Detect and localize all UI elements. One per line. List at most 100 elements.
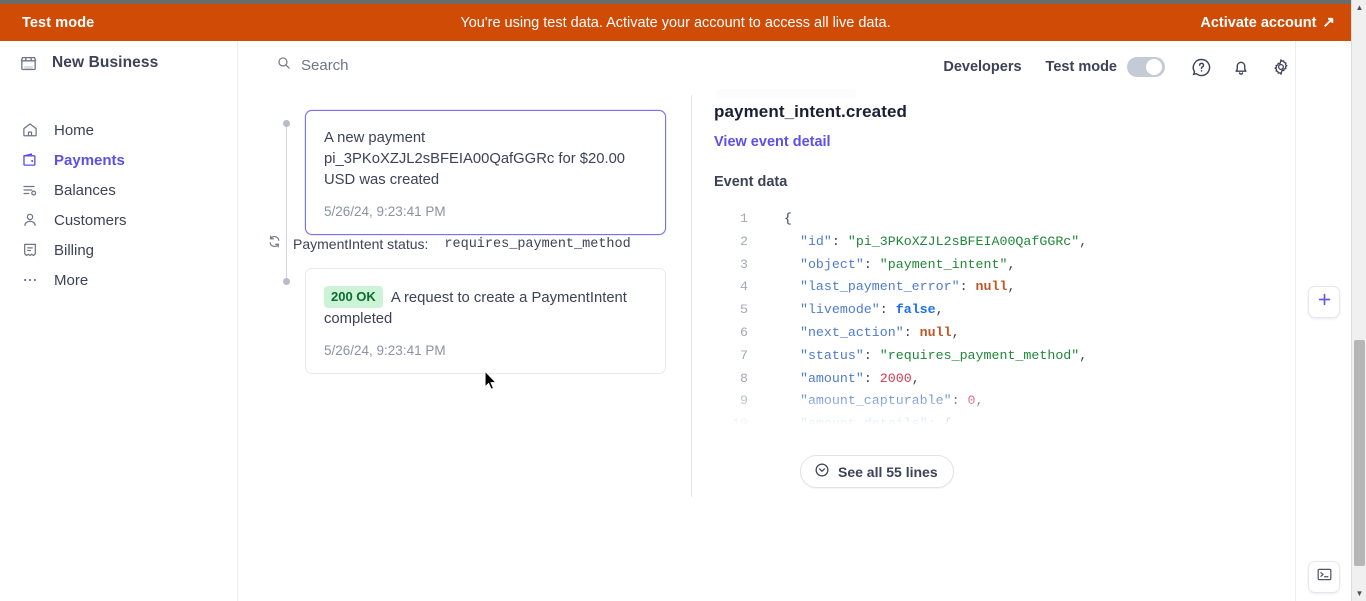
test-mode-toggle[interactable] bbox=[1127, 57, 1165, 77]
account-switcher[interactable]: New Business bbox=[18, 53, 158, 73]
scrollbar-down-arrow[interactable]: ▼ bbox=[1352, 586, 1366, 601]
code-token-key: "status" bbox=[799, 347, 864, 363]
code-token-key: "amount" bbox=[799, 370, 864, 386]
code-line: 6 "next_action": null, bbox=[714, 322, 1314, 345]
refresh-icon bbox=[267, 234, 282, 254]
timeline-event-timestamp: 5/26/24, 9:23:41 PM bbox=[324, 343, 446, 358]
bell-icon[interactable] bbox=[1225, 51, 1257, 83]
chevron-down-circle-icon bbox=[814, 462, 830, 481]
home-icon bbox=[20, 120, 40, 140]
search-placeholder: Search bbox=[301, 57, 349, 74]
sidebar-item-billing-label: Billing bbox=[54, 241, 95, 259]
timeline-event-text: A new payment pi_3PKoXZJL2sBFEIA00QafGGR… bbox=[324, 130, 626, 188]
sidebar-item-more[interactable]: More bbox=[0, 265, 238, 295]
code-line-content: "status": "requires_payment_method", bbox=[784, 345, 1087, 368]
timeline-event-text-wrap: 200 OK A request to create a PaymentInten… bbox=[324, 286, 647, 330]
code-line-number: 4 bbox=[740, 279, 748, 295]
code-token-punc: , bbox=[975, 393, 984, 409]
code-token-punc bbox=[784, 325, 800, 340]
code-line: 7 "status": "requires_payment_method", bbox=[714, 345, 1314, 368]
code-line-content: "amount_capturable": 0, bbox=[784, 390, 984, 413]
test-mode-banner-message: You're using test data. Activate your ac… bbox=[460, 14, 891, 31]
developers-link[interactable]: Developers bbox=[943, 59, 1021, 75]
code-token-punc: : bbox=[863, 347, 880, 363]
sidebar-nav: Home Payments Balances Customers Billing… bbox=[0, 115, 238, 295]
scrollbar-thumb[interactable] bbox=[1354, 340, 1365, 566]
code-line-number: 2 bbox=[740, 233, 748, 249]
sidebar-item-home[interactable]: Home bbox=[0, 115, 238, 145]
activate-account-button[interactable]: Activate account ↗ bbox=[1200, 15, 1335, 31]
payment-intent-status-row: PaymentIntent status: requires_payment_m… bbox=[267, 234, 631, 254]
code-line: 4 "last_payment_error": null, bbox=[714, 276, 1314, 299]
balances-icon bbox=[20, 180, 40, 200]
code-token-str: "payment_intent" bbox=[879, 256, 1008, 272]
code-line: 9 "amount_capturable": 0, bbox=[714, 390, 1314, 413]
panel-divider bbox=[691, 95, 692, 497]
code-token-num: 0 bbox=[967, 393, 976, 409]
code-token-key: "amount_capturable" bbox=[799, 393, 952, 409]
code-token-bool: false bbox=[895, 302, 936, 318]
status-badge: 200 OK bbox=[324, 286, 383, 309]
scrollbar-up-arrow[interactable]: ▲ bbox=[1352, 0, 1366, 15]
code-line: 3 "object": "payment_intent", bbox=[714, 254, 1314, 277]
view-event-detail-link[interactable]: View event detail bbox=[714, 134, 831, 150]
code-token-punc: , bbox=[1007, 279, 1016, 295]
sidebar-item-customers-label: Customers bbox=[54, 211, 127, 229]
code-token-null: null bbox=[919, 324, 952, 340]
payment-intent-status-label: PaymentIntent status: bbox=[293, 236, 429, 252]
code-line-content: "amount_details": { bbox=[784, 413, 952, 433]
code-line-content: "amount": 2000, bbox=[784, 368, 920, 391]
main-content: A new payment pi_3PKoXZJL2sBFEIA00QafGGR… bbox=[238, 89, 1351, 601]
browser-scrollbar[interactable]: ▲ ▼ bbox=[1351, 0, 1366, 601]
top-bar: Search Developers Test mode bbox=[238, 41, 1351, 132]
code-line-content: "id": "pi_3PKoXZJL2sBFEIA00QafGGRc", bbox=[784, 231, 1087, 254]
code-line: 2 "id": "pi_3PKoXZJL2sBFEIA00QafGGRc", bbox=[714, 231, 1314, 254]
sidebar-item-balances[interactable]: Balances bbox=[0, 175, 238, 205]
developer-terminal-button[interactable] bbox=[1308, 561, 1340, 593]
activate-account-label: Activate account bbox=[1200, 14, 1317, 31]
code-token-punc: : bbox=[903, 324, 920, 340]
sidebar-item-payments[interactable]: Payments bbox=[0, 145, 238, 175]
code-line-number: 6 bbox=[740, 324, 748, 340]
code-token-punc: , bbox=[935, 302, 944, 318]
search-input[interactable]: Search bbox=[276, 55, 349, 76]
code-token-num: 2000 bbox=[879, 370, 912, 386]
scrolled-content-fragment bbox=[716, 89, 856, 98]
code-token-key: "object" bbox=[799, 256, 864, 272]
sidebar: New Business Home Payments Balances Cust… bbox=[0, 41, 238, 601]
sidebar-item-home-label: Home bbox=[54, 121, 95, 139]
sidebar-item-customers[interactable]: Customers bbox=[0, 205, 238, 235]
code-line-content: "next_action": null, bbox=[784, 322, 960, 345]
timeline-event-card[interactable]: A new payment pi_3PKoXZJL2sBFEIA00QafGGR… bbox=[305, 110, 666, 235]
code-token-punc bbox=[784, 393, 800, 408]
timeline-dot bbox=[282, 278, 290, 285]
test-mode-toggle-label: Test mode bbox=[1045, 59, 1117, 75]
timeline-event-card[interactable]: 200 OK A request to create a PaymentInten… bbox=[305, 268, 666, 374]
code-token-punc: , bbox=[911, 370, 920, 386]
code-token-key: "livemode" bbox=[799, 302, 880, 318]
help-circle-icon[interactable] bbox=[1185, 51, 1217, 83]
ellipsis-icon bbox=[20, 270, 40, 290]
event-data-code-block[interactable]: 1{2 "id": "pi_3PKoXZJL2sBFEIA00QafGGRc",… bbox=[714, 208, 1314, 433]
sidebar-item-billing[interactable]: Billing bbox=[0, 235, 238, 265]
terminal-icon bbox=[1316, 566, 1333, 588]
code-line: 8 "amount": 2000, bbox=[714, 368, 1314, 391]
code-token-punc bbox=[784, 257, 800, 272]
see-all-lines-button[interactable]: See all 55 lines bbox=[800, 455, 954, 488]
plus-icon bbox=[1317, 292, 1332, 312]
code-token-punc bbox=[784, 302, 800, 317]
code-token-punc: : bbox=[959, 279, 976, 295]
sidebar-item-balances-label: Balances bbox=[54, 181, 116, 199]
person-icon bbox=[20, 210, 40, 230]
payment-intent-status-value: requires_payment_method bbox=[444, 236, 631, 252]
code-line-number: 10 bbox=[732, 416, 748, 432]
receipt-icon bbox=[20, 240, 40, 260]
code-token-punc: : bbox=[863, 256, 880, 272]
add-panel-button[interactable] bbox=[1308, 286, 1340, 318]
code-token-punc: : bbox=[831, 233, 848, 249]
gear-icon[interactable] bbox=[1265, 51, 1297, 83]
code-token-punc bbox=[784, 348, 800, 363]
sidebar-item-payments-label: Payments bbox=[54, 151, 125, 169]
code-token-key: "last_payment_error" bbox=[799, 279, 960, 295]
code-token-punc: , bbox=[1007, 256, 1016, 272]
